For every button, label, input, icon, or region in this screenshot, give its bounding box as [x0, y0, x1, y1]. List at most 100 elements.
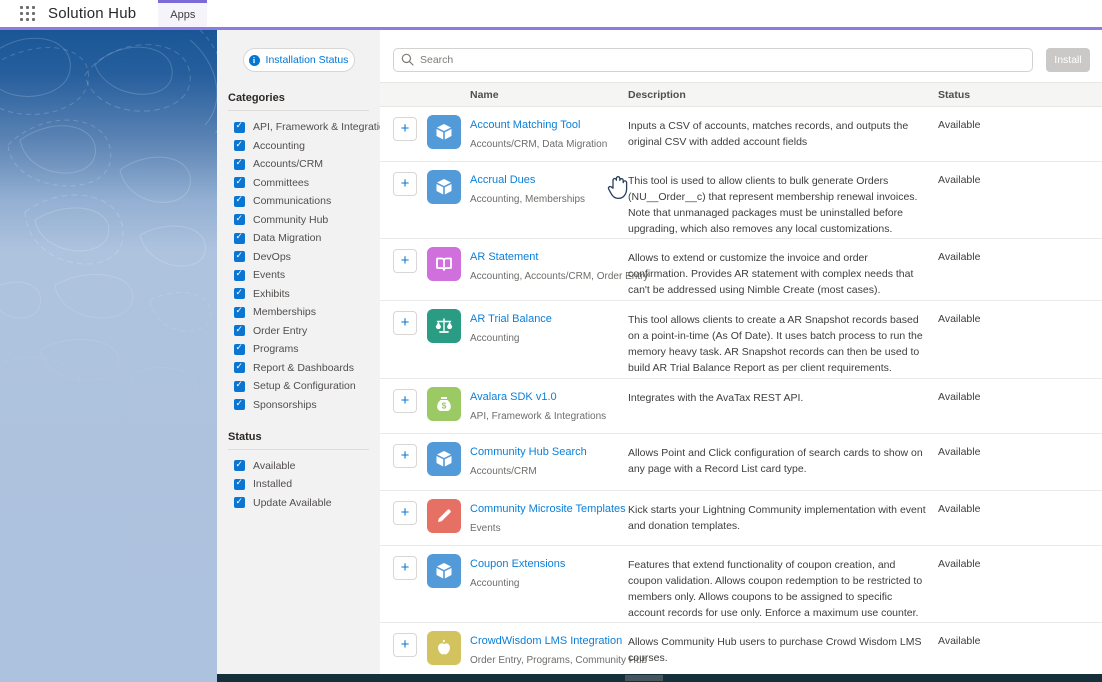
scrollbar-thumb[interactable]	[625, 675, 663, 681]
filter-label: Memberships	[253, 306, 316, 318]
add-app-button[interactable]: +	[393, 556, 417, 580]
filter-label: Report & Dashboards	[253, 362, 354, 374]
checkbox-checked-icon[interactable]	[234, 497, 245, 508]
filter-label: Order Entry	[253, 325, 307, 337]
app-name-cell: Avalara SDK v1.0 API, Framework & Integr…	[470, 389, 628, 422]
filter-checkbox-item[interactable]: Community Hub	[234, 214, 369, 226]
filter-checkbox-item[interactable]: Available	[234, 460, 369, 472]
checkbox-checked-icon[interactable]	[234, 233, 245, 244]
filter-checkbox-item[interactable]: Data Migration	[234, 232, 369, 244]
app-name-cell: Coupon Extensions Accounting	[470, 556, 628, 589]
status-filter-list: Available Installed Update Available	[228, 460, 369, 509]
checkbox-checked-icon[interactable]	[234, 399, 245, 410]
checkbox-checked-icon[interactable]	[234, 288, 245, 299]
cube-icon	[427, 115, 461, 149]
checkbox-checked-icon[interactable]	[234, 307, 245, 318]
table-row: + $ Avalara SDK v1.0 API, Framework & In…	[380, 379, 1102, 434]
filter-label: Committees	[253, 177, 309, 189]
app-categories: Order Entry, Programs, Community Hub	[470, 655, 628, 666]
checkbox-checked-icon[interactable]	[234, 251, 245, 262]
filter-checkbox-item[interactable]: Programs	[234, 343, 369, 355]
cube-icon	[427, 170, 461, 204]
checkbox-checked-icon[interactable]	[234, 196, 245, 207]
app-name-link[interactable]: Coupon Extensions	[470, 558, 628, 570]
filter-checkbox-item[interactable]: Accounts/CRM	[234, 158, 369, 170]
filter-checkbox-item[interactable]: Sponsorships	[234, 399, 369, 411]
checkbox-checked-icon[interactable]	[234, 479, 245, 490]
checkbox-checked-icon[interactable]	[234, 344, 245, 355]
scales-icon	[427, 309, 461, 343]
filter-label: Setup & Configuration	[253, 380, 356, 392]
search-input[interactable]	[393, 48, 1033, 72]
checkbox-checked-icon[interactable]	[234, 325, 245, 336]
app-name-cell: AR Statement Accounting, Accounts/CRM, O…	[470, 249, 628, 282]
add-app-button[interactable]: +	[393, 311, 417, 335]
filter-checkbox-item[interactable]: Committees	[234, 177, 369, 189]
checkbox-checked-icon[interactable]	[234, 270, 245, 281]
app-name-cell: Accrual Dues Accounting, Memberships	[470, 172, 628, 205]
installation-status-button[interactable]: i Installation Status	[243, 48, 355, 72]
filter-checkbox-item[interactable]: DevOps	[234, 251, 369, 263]
filter-checkbox-item[interactable]: Exhibits	[234, 288, 369, 300]
app-categories: Accounts/CRM, Data Migration	[470, 139, 628, 150]
filter-label: Available	[253, 460, 295, 472]
add-app-button[interactable]: +	[393, 249, 417, 273]
filter-checkbox-item[interactable]: Memberships	[234, 306, 369, 318]
filter-checkbox-item[interactable]: Installed	[234, 478, 369, 490]
categories-filter-list: API, Framework & Integrations Accounting…	[228, 121, 369, 411]
filter-checkbox-item[interactable]: Report & Dashboards	[234, 362, 369, 374]
app-name-link[interactable]: Avalara SDK v1.0	[470, 391, 628, 403]
app-status: Available	[938, 556, 980, 570]
app-name-link[interactable]: AR Trial Balance	[470, 313, 628, 325]
add-app-button[interactable]: +	[393, 633, 417, 657]
add-app-button[interactable]: +	[393, 501, 417, 525]
app-categories: Accounting	[470, 333, 628, 344]
app-name-link[interactable]: Community Hub Search	[470, 446, 628, 458]
app-categories: Accounting, Memberships	[470, 194, 628, 205]
app-name-link[interactable]: Account Matching Tool	[470, 119, 628, 131]
app-launcher-icon[interactable]	[20, 6, 35, 21]
solution-hub-window: Solution Hub Apps i	[0, 0, 1102, 682]
app-name-link[interactable]: Accrual Dues	[470, 174, 628, 186]
add-app-button[interactable]: +	[393, 444, 417, 468]
app-name-cell: CrowdWisdom LMS Integration Order Entry,…	[470, 633, 628, 666]
filter-checkbox-item[interactable]: Update Available	[234, 497, 369, 509]
table-header: Name Description Status	[380, 82, 1102, 107]
main-panel: Install Name Description Status + Accoun…	[380, 30, 1102, 682]
app-categories: Accounts/CRM	[470, 466, 628, 477]
filter-checkbox-item[interactable]: Communications	[234, 195, 369, 207]
filter-label: DevOps	[253, 251, 291, 263]
svg-text:$: $	[442, 400, 447, 410]
add-app-button[interactable]: +	[393, 172, 417, 196]
table-row: + Community Hub Search Accounts/CRM Allo…	[380, 434, 1102, 491]
add-app-button[interactable]: +	[393, 117, 417, 141]
filter-label: Communications	[253, 195, 331, 207]
checkbox-checked-icon[interactable]	[234, 214, 245, 225]
checkbox-checked-icon[interactable]	[234, 177, 245, 188]
filter-checkbox-item[interactable]: Setup & Configuration	[234, 380, 369, 392]
checkbox-checked-icon[interactable]	[234, 362, 245, 373]
tab-apps[interactable]: Apps	[158, 0, 207, 27]
column-header-status: Status	[938, 89, 970, 101]
checkbox-checked-icon[interactable]	[234, 460, 245, 471]
checkbox-checked-icon[interactable]	[234, 159, 245, 170]
column-header-name: Name	[470, 89, 628, 101]
filter-checkbox-item[interactable]: API, Framework & Integrations	[234, 121, 369, 133]
checkbox-checked-icon[interactable]	[234, 122, 245, 133]
toolbar: Install	[380, 30, 1102, 82]
filter-label: Update Available	[253, 497, 332, 509]
app-description: This tool is used to allow clients to bu…	[628, 172, 928, 238]
app-description: This tool allows clients to create a AR …	[628, 311, 928, 377]
install-button[interactable]: Install	[1046, 48, 1090, 72]
app-categories: API, Framework & Integrations	[470, 411, 628, 422]
horizontal-scrollbar[interactable]	[217, 674, 1102, 682]
app-name-link[interactable]: CrowdWisdom LMS Integration	[470, 635, 628, 647]
filter-checkbox-item[interactable]: Events	[234, 269, 369, 281]
checkbox-checked-icon[interactable]	[234, 140, 245, 151]
app-name-link[interactable]: Community Microsite Templates	[470, 503, 628, 515]
app-name-link[interactable]: AR Statement	[470, 251, 628, 263]
checkbox-checked-icon[interactable]	[234, 381, 245, 392]
add-app-button[interactable]: +	[393, 389, 417, 413]
filter-checkbox-item[interactable]: Order Entry	[234, 325, 369, 337]
filter-checkbox-item[interactable]: Accounting	[234, 140, 369, 152]
